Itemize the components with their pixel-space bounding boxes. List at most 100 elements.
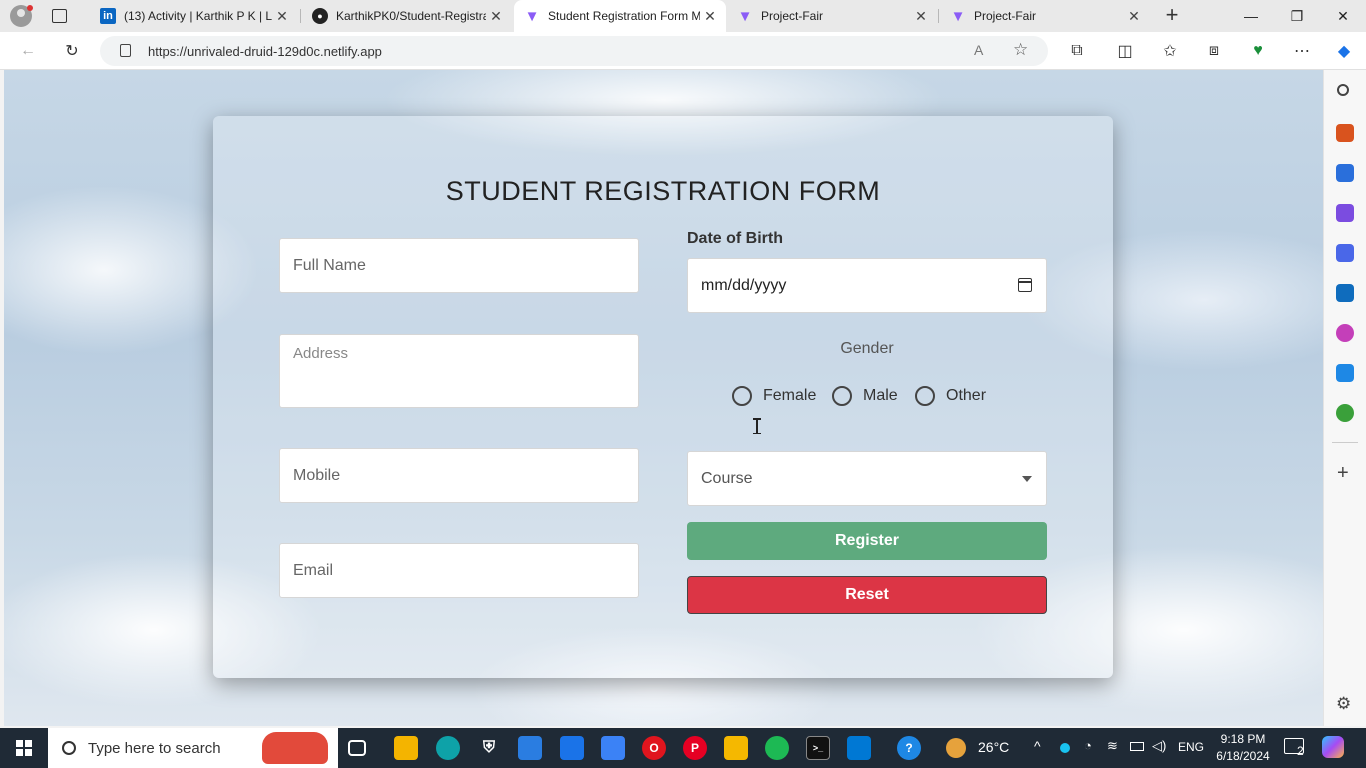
close-window-button[interactable]: ✕: [1320, 0, 1366, 32]
sidebar-divider: [1332, 442, 1358, 443]
navigation-bar: ← ↻ https://unrivaled-druid-129d0c.netli…: [0, 32, 1366, 70]
close-icon[interactable]: ✕: [911, 8, 931, 25]
language-indicator[interactable]: ENG: [1178, 740, 1204, 754]
microsoft365-icon[interactable]: [1336, 244, 1354, 262]
close-icon[interactable]: ✕: [700, 8, 720, 25]
tab-linkedin[interactable]: in (13) Activity | Karthik P K | Li ✕: [90, 0, 298, 32]
opera-icon[interactable]: O: [642, 736, 666, 760]
search-highlight-icon: [262, 732, 328, 764]
mail-icon[interactable]: [560, 736, 584, 760]
close-icon[interactable]: ✕: [486, 8, 506, 25]
edge-icon[interactable]: [436, 736, 460, 760]
chevron-up-icon[interactable]: ^: [1034, 738, 1041, 754]
copilot-icon[interactable]: ◆: [1330, 39, 1358, 63]
github-icon: ●: [312, 8, 328, 24]
volume-icon[interactable]: ◁): [1152, 738, 1166, 754]
clock-time: 9:18 PM: [1220, 732, 1266, 746]
page-viewport: STUDENT REGISTRATION FORM Full Name Addr…: [4, 70, 1323, 726]
app-icon[interactable]: [601, 736, 625, 760]
tab-project-fair-2[interactable]: ▼ Project-Fair ✕: [940, 0, 1150, 32]
task-view-icon[interactable]: [348, 740, 366, 756]
notification-count: 2: [1297, 744, 1304, 758]
file-explorer-icon[interactable]: [394, 736, 418, 760]
mobile-input[interactable]: Mobile: [279, 448, 639, 503]
pinterest-icon[interactable]: P: [683, 736, 707, 760]
address-bar[interactable]: https://unrivaled-druid-129d0c.netlify.a…: [100, 36, 1048, 66]
mobile-placeholder: Mobile: [293, 466, 341, 484]
vscode-icon[interactable]: [847, 736, 871, 760]
settings-icon[interactable]: ⚙: [1336, 694, 1351, 714]
gender-label: Gender: [840, 340, 894, 357]
battery-icon[interactable]: [1130, 742, 1144, 751]
read-aloud-icon[interactable]: A: [974, 42, 983, 58]
copilot-taskbar-icon[interactable]: [1322, 736, 1344, 758]
tree-icon[interactable]: [1336, 404, 1354, 422]
registration-card: STUDENT REGISTRATION FORM Full Name Addr…: [213, 116, 1113, 678]
search-icon[interactable]: [1337, 84, 1349, 96]
collections-icon[interactable]: ⧈: [1200, 39, 1228, 63]
linkedin-icon: in: [100, 8, 116, 24]
games-icon[interactable]: [1336, 204, 1354, 222]
wifi-icon[interactable]: ≋: [1107, 738, 1118, 754]
tab-student-registration[interactable]: ▼ Student Registration Form M ✕: [514, 0, 726, 32]
full-name-input[interactable]: Full Name: [279, 238, 639, 293]
brave-icon[interactable]: [724, 736, 748, 760]
email-placeholder: Email: [293, 561, 334, 579]
profile-avatar[interactable]: [10, 5, 33, 27]
tab-title: (13) Activity | Karthik P K | Li: [124, 9, 272, 23]
help-icon[interactable]: ?: [897, 736, 921, 760]
tab-actions-icon[interactable]: [52, 9, 67, 23]
network-icon[interactable]: ◔: [1084, 738, 1092, 753]
male-radio[interactable]: [832, 386, 852, 406]
designer-icon[interactable]: [1336, 324, 1354, 342]
course-select[interactable]: Course: [687, 451, 1047, 506]
send-icon[interactable]: [1336, 364, 1354, 382]
split-screen-icon[interactable]: ◫: [1111, 39, 1139, 63]
browser-essentials-icon[interactable]: ♥: [1244, 39, 1272, 63]
new-tab-button[interactable]: +: [1160, 4, 1184, 28]
dob-input[interactable]: mm/dd/yyyy: [687, 258, 1047, 313]
other-radio[interactable]: [915, 386, 935, 406]
course-placeholder: Course: [701, 469, 753, 487]
calendar-icon[interactable]: [1018, 278, 1032, 292]
close-icon[interactable]: ✕: [272, 8, 292, 25]
register-button[interactable]: Register: [687, 522, 1047, 560]
status-dot-icon[interactable]: [1060, 743, 1070, 753]
email-input[interactable]: Email: [279, 543, 639, 598]
favorite-star-icon[interactable]: ☆: [1013, 40, 1028, 60]
windows-logo-icon: [16, 740, 32, 756]
url-text[interactable]: https://unrivaled-druid-129d0c.netlify.a…: [148, 44, 382, 59]
more-menu-icon[interactable]: ⋯: [1288, 39, 1316, 63]
tab-project-fair-1[interactable]: ▼ Project-Fair ✕: [727, 0, 937, 32]
text-cursor: [753, 418, 761, 434]
close-icon[interactable]: ✕: [1124, 8, 1144, 25]
vite-icon: ▼: [737, 7, 753, 25]
gender-male-option[interactable]: Male: [832, 386, 898, 406]
favorites-icon[interactable]: ✩: [1156, 39, 1184, 63]
back-icon[interactable]: ←: [14, 39, 42, 63]
minimize-button[interactable]: —: [1228, 0, 1274, 32]
start-button[interactable]: [0, 728, 48, 768]
restore-button[interactable]: ❐: [1274, 0, 1320, 32]
clock[interactable]: 9:18 PM 6/18/2024: [1208, 731, 1278, 765]
lock-icon[interactable]: [120, 44, 131, 57]
tab-github[interactable]: ● KarthikPK0/Student-Registra ✕: [302, 0, 512, 32]
tools-icon[interactable]: [1336, 124, 1354, 142]
taskbar-search[interactable]: Type here to search: [48, 728, 338, 768]
add-icon[interactable]: +: [1337, 462, 1349, 485]
weather-temperature[interactable]: 26°C: [978, 739, 1009, 755]
address-textarea[interactable]: Address: [279, 334, 639, 408]
refresh-icon[interactable]: ↻: [58, 39, 86, 63]
extensions-icon[interactable]: ⧉: [1063, 39, 1091, 63]
weather-icon[interactable]: [946, 738, 966, 758]
gender-female-option[interactable]: Female: [732, 386, 816, 406]
store-icon[interactable]: [518, 736, 542, 760]
female-radio[interactable]: [732, 386, 752, 406]
spotify-icon[interactable]: [765, 736, 789, 760]
terminal-icon[interactable]: >_: [806, 736, 830, 760]
gender-other-option[interactable]: Other: [915, 386, 986, 406]
outlook-icon[interactable]: [1336, 284, 1354, 302]
reset-button[interactable]: Reset: [687, 576, 1047, 614]
security-icon[interactable]: ⛨: [477, 736, 501, 760]
shopping-icon[interactable]: [1336, 164, 1354, 182]
